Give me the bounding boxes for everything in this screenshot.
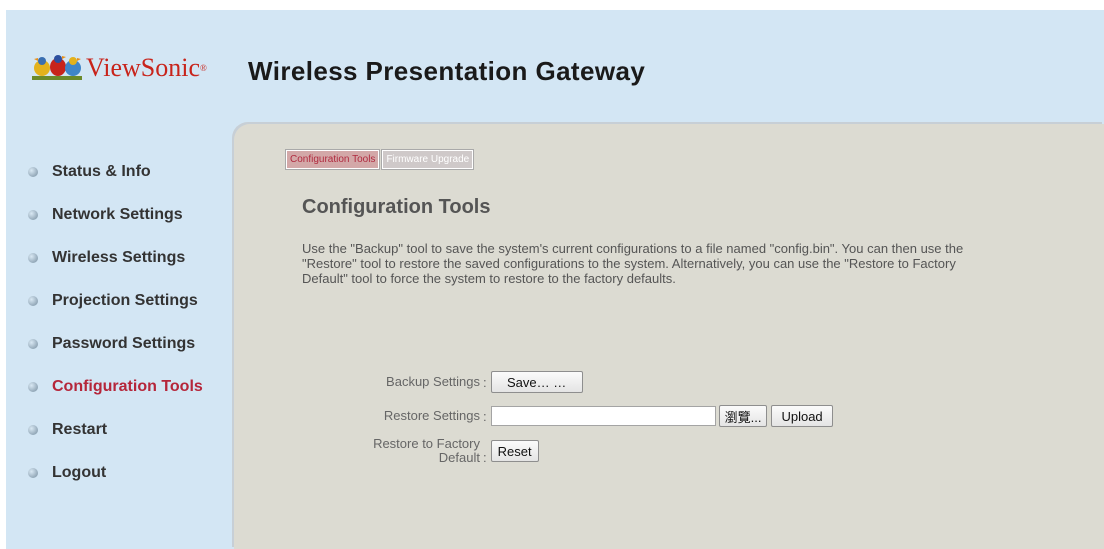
- page-title: Configuration Tools: [302, 196, 491, 218]
- label-colon: :: [483, 450, 487, 465]
- sidebar-item-projection-settings[interactable]: Projection Settings: [28, 279, 228, 322]
- bullet-icon: [28, 166, 38, 177]
- restore-file-input[interactable]: [490, 406, 716, 426]
- sidebar-item-wireless-settings[interactable]: Wireless Settings: [28, 236, 228, 279]
- upload-button[interactable]: Upload: [771, 405, 833, 427]
- bullet-icon: [28, 424, 38, 435]
- sidebar-item-label: Wireless Settings: [52, 248, 186, 266]
- sidebar-item-logout[interactable]: Logout: [28, 451, 228, 494]
- restore-factory-label: Restore to Factory Default: [234, 437, 480, 465]
- restore-factory-label-line2: Default: [438, 450, 480, 465]
- sidebar-item-configuration-tools[interactable]: Configuration Tools: [28, 365, 228, 408]
- sidebar-item-label: Projection Settings: [52, 291, 198, 309]
- sidebar-item-status-info[interactable]: Status & Info: [28, 150, 228, 193]
- main-content-panel: Configuration Tools Firmware Upgrade Con…: [234, 124, 1104, 549]
- label-colon: :: [483, 408, 487, 424]
- sidebar-item-label: Status & Info: [52, 162, 151, 180]
- viewsonic-logo: ViewSonic ®: [30, 48, 217, 88]
- restore-factory-label-line1: Restore to Factory: [373, 436, 480, 451]
- tab-configuration-tools[interactable]: Configuration Tools: [284, 149, 381, 170]
- sidebar-item-label: Configuration Tools: [52, 377, 203, 395]
- sidebar-item-label: Network Settings: [52, 205, 183, 223]
- brand-name: ViewSonic: [86, 53, 200, 82]
- restore-factory-row: Restore to Factory Default : Reset: [234, 437, 539, 465]
- page-description: Use the "Backup" tool to save the system…: [302, 241, 964, 286]
- save-button[interactable]: Save… …: [490, 371, 583, 393]
- backup-settings-row: Backup Settings : Save… …: [234, 371, 583, 393]
- product-title: Wireless Presentation Gateway: [248, 56, 646, 86]
- bullet-icon: [28, 467, 38, 478]
- sidebar-item-restart[interactable]: Restart: [28, 408, 228, 451]
- bullet-icon: [28, 338, 38, 349]
- sidebar-nav: Status & Info Network Settings Wireless …: [28, 150, 228, 494]
- brand-registered-mark: ®: [199, 63, 207, 73]
- birds-logo-icon: [30, 52, 84, 84]
- bullet-icon: [28, 252, 38, 263]
- sidebar-item-label: Password Settings: [52, 334, 196, 352]
- browse-button[interactable]: 瀏覽...: [718, 405, 768, 427]
- sidebar-item-network-settings[interactable]: Network Settings: [28, 193, 228, 236]
- tab-firmware-upgrade[interactable]: Firmware Upgrade: [381, 149, 475, 170]
- backup-settings-label: Backup Settings: [386, 374, 480, 389]
- bullet-icon: [28, 381, 38, 392]
- sidebar-item-label: Logout: [52, 463, 107, 481]
- sidebar-item-password-settings[interactable]: Password Settings: [28, 322, 228, 365]
- tab-bar: Configuration Tools Firmware Upgrade: [284, 149, 476, 170]
- label-colon: :: [483, 374, 487, 390]
- bullet-icon: [28, 209, 38, 220]
- reset-button[interactable]: Reset: [490, 440, 539, 462]
- restore-settings-row: Restore Settings : 瀏覽... Upload: [234, 405, 833, 427]
- restore-settings-label: Restore Settings: [383, 408, 480, 423]
- sidebar-item-label: Restart: [52, 420, 108, 438]
- bullet-icon: [28, 295, 38, 306]
